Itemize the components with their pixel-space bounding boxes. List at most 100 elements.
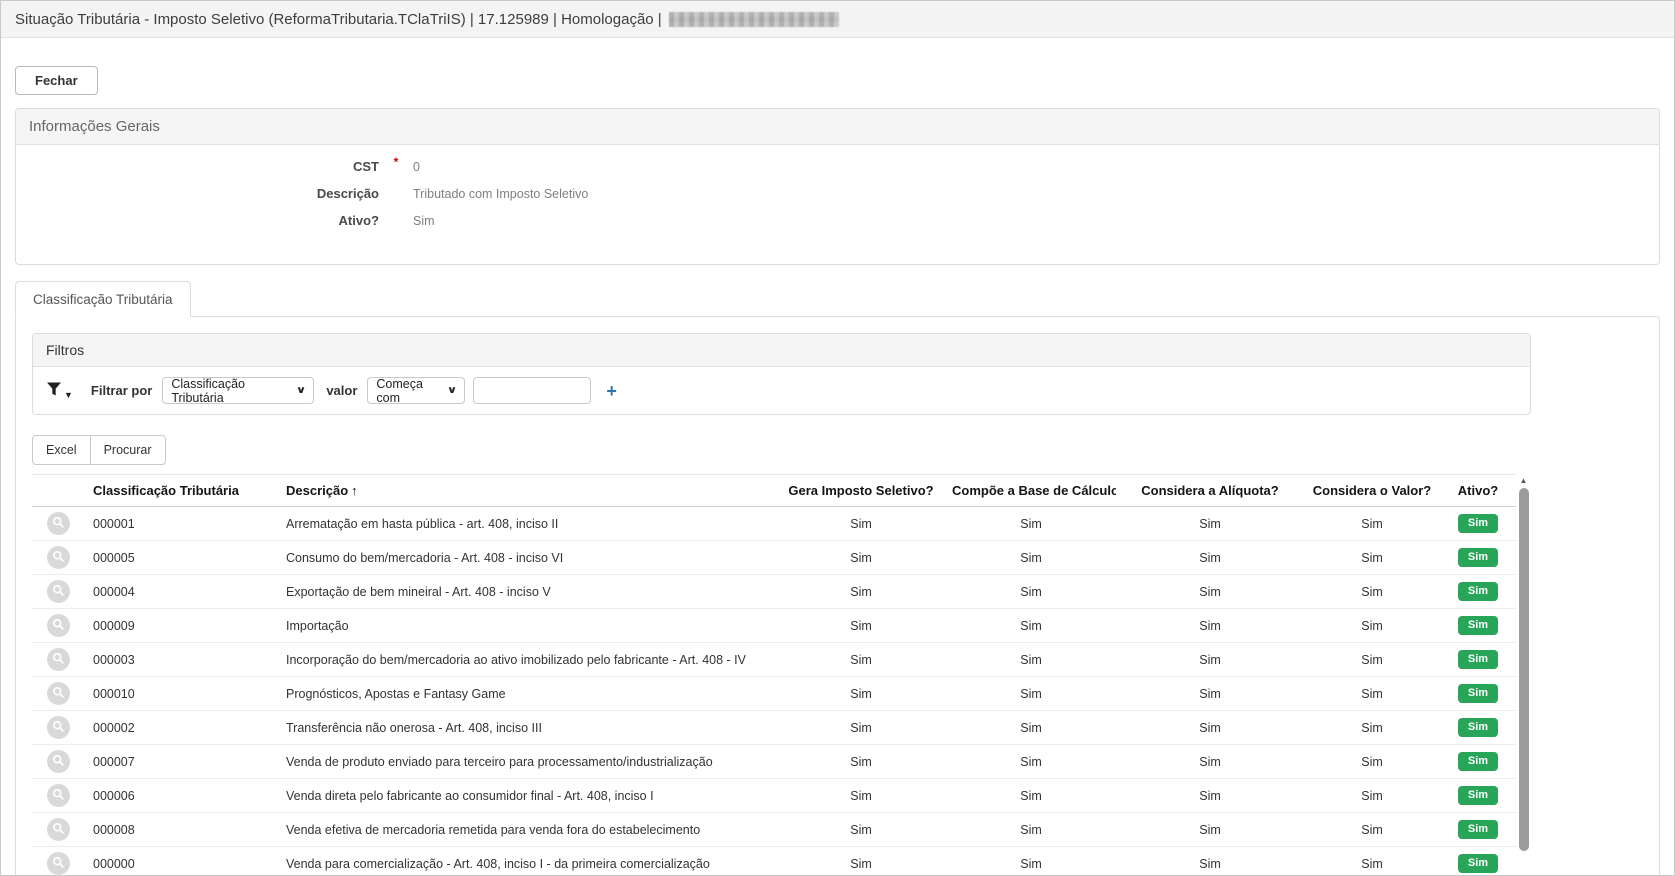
results-grid: Classificação Tributária Descrição↑ Gera…: [32, 474, 1531, 876]
table-row: 000000Venda para comercialização - Art. …: [32, 847, 1516, 876]
row-description: Incorporação do bem/mercadoria ao ativo …: [280, 643, 776, 677]
column-header-gera-imposto[interactable]: Gera Imposto Seletivo?: [776, 475, 946, 507]
active-status-badge: Sim: [1458, 752, 1498, 771]
row-description: Arrematação em hasta pública - art. 408,…: [280, 507, 776, 541]
row-description: Venda direta pelo fabricante ao consumid…: [280, 779, 776, 813]
row-compoe-base: Sim: [946, 643, 1116, 677]
row-details-magnifier-button[interactable]: [47, 784, 70, 807]
cst-label: CST: [16, 159, 379, 174]
row-compoe-base: Sim: [946, 779, 1116, 813]
row-considera-aliquota: Sim: [1116, 813, 1304, 847]
row-code: 000008: [87, 813, 280, 847]
row-details-magnifier-button[interactable]: [47, 716, 70, 739]
row-details-magnifier-button[interactable]: [47, 546, 70, 569]
row-gera-imposto: Sim: [776, 609, 946, 643]
table-row: 000002Transferência não onerosa - Art. 4…: [32, 711, 1516, 745]
active-status-badge: Sim: [1458, 650, 1498, 669]
magnifier-icon: [52, 856, 65, 872]
row-details-magnifier-button[interactable]: [47, 580, 70, 603]
row-considera-aliquota: Sim: [1116, 847, 1304, 876]
row-considera-aliquota: Sim: [1116, 609, 1304, 643]
vertical-scrollbar[interactable]: ▲ ▼: [1516, 476, 1531, 876]
row-code: 000010: [87, 677, 280, 711]
row-compoe-base: Sim: [946, 711, 1116, 745]
active-status-badge: Sim: [1458, 582, 1498, 601]
magnifier-icon: [52, 652, 65, 668]
row-considera-aliquota: Sim: [1116, 779, 1304, 813]
row-considera-valor: Sim: [1304, 677, 1440, 711]
row-compoe-base: Sim: [946, 575, 1116, 609]
magnifier-icon: [52, 686, 65, 702]
filters-header: Filtros: [33, 334, 1530, 367]
row-description: Venda para comercialização - Art. 408, i…: [280, 847, 776, 876]
row-details-magnifier-button[interactable]: [47, 852, 70, 875]
redacted-text: [669, 12, 839, 27]
row-details-magnifier-button[interactable]: [47, 750, 70, 773]
magnifier-icon: [52, 788, 65, 804]
funnel-caret-icon: ▼: [64, 391, 73, 400]
row-compoe-base: Sim: [946, 507, 1116, 541]
general-info-header: Informações Gerais: [16, 109, 1659, 145]
row-details-magnifier-button[interactable]: [47, 682, 70, 705]
row-description: Importação: [280, 609, 776, 643]
title-bar: Situação Tributária - Imposto Seletivo (…: [1, 1, 1674, 38]
value-label: valor: [326, 383, 357, 398]
row-considera-valor: Sim: [1304, 711, 1440, 745]
row-considera-aliquota: Sim: [1116, 745, 1304, 779]
row-considera-aliquota: Sim: [1116, 711, 1304, 745]
filter-value-input[interactable]: [473, 377, 591, 404]
table-row: 000006Venda direta pelo fabricante ao co…: [32, 779, 1516, 813]
table-row: 000010Prognósticos, Apostas e Fantasy Ga…: [32, 677, 1516, 711]
row-compoe-base: Sim: [946, 609, 1116, 643]
table-row: 000007Venda de produto enviado para terc…: [32, 745, 1516, 779]
column-header-descricao[interactable]: Descrição↑: [280, 475, 776, 507]
row-description: Prognósticos, Apostas e Fantasy Game: [280, 677, 776, 711]
row-details-magnifier-button[interactable]: [47, 818, 70, 841]
filter-funnel-button[interactable]: ▼: [46, 381, 73, 400]
grid-actions: Excel Procurar: [32, 435, 166, 465]
row-code: 000001: [87, 507, 280, 541]
row-gera-imposto: Sim: [776, 541, 946, 575]
row-code: 000000: [87, 847, 280, 876]
search-button[interactable]: Procurar: [90, 435, 166, 465]
tab-classificacao-tributaria[interactable]: Classificação Tributária: [15, 281, 191, 317]
row-description: Consumo do bem/mercadoria - Art. 408 - i…: [280, 541, 776, 575]
row-code: 000007: [87, 745, 280, 779]
main-content: Fechar Informações Gerais CST * 0 Descri…: [1, 38, 1674, 876]
add-filter-button[interactable]: +: [600, 381, 623, 401]
row-details-magnifier-button[interactable]: [47, 614, 70, 637]
table-row: 000004Exportação de bem mineiral - Art. …: [32, 575, 1516, 609]
table-row: 000001Arrematação em hasta pública - art…: [32, 507, 1516, 541]
row-code: 000004: [87, 575, 280, 609]
row-code: 000009: [87, 609, 280, 643]
chevron-down-icon: ∨: [447, 385, 458, 396]
row-gera-imposto: Sim: [776, 575, 946, 609]
column-header-classificacao[interactable]: Classificação Tributária: [87, 475, 280, 507]
tab-bar: Classificação Tributária: [15, 281, 1660, 316]
funnel-icon: [46, 381, 62, 400]
row-code: 000005: [87, 541, 280, 575]
row-considera-valor: Sim: [1304, 813, 1440, 847]
column-header-considera-valor[interactable]: Considera o Valor?: [1304, 475, 1440, 507]
column-header-considera-aliquota[interactable]: Considera a Alíquota?: [1116, 475, 1304, 507]
magnifier-icon: [52, 550, 65, 566]
row-details-magnifier-button[interactable]: [47, 512, 70, 535]
column-header-ativo[interactable]: Ativo?: [1440, 475, 1516, 507]
filter-by-label: Filtrar por: [91, 383, 152, 398]
row-details-magnifier-button[interactable]: [47, 648, 70, 671]
active-row: Ativo? Sim: [16, 213, 1659, 240]
filter-operator-value: Começa com: [376, 377, 440, 405]
filter-operator-select[interactable]: Começa com ∨: [367, 377, 465, 404]
excel-button[interactable]: Excel: [32, 435, 91, 465]
description-row: Descrição Tributado com Imposto Seletivo: [16, 186, 1659, 213]
row-description: Venda de produto enviado para terceiro p…: [280, 745, 776, 779]
column-header-compoe-base[interactable]: Compõe a Base de Cálculo: [946, 475, 1116, 507]
filter-field-select[interactable]: Classificação Tributária ∨: [162, 377, 314, 404]
row-considera-valor: Sim: [1304, 643, 1440, 677]
scroll-up-icon[interactable]: ▲: [1520, 476, 1528, 486]
app-window: Situação Tributária - Imposto Seletivo (…: [0, 0, 1675, 876]
close-button[interactable]: Fechar: [15, 66, 98, 95]
filter-field-value: Classificação Tributária: [171, 377, 289, 405]
vertical-scrollbar-thumb[interactable]: [1519, 488, 1529, 851]
row-considera-aliquota: Sim: [1116, 677, 1304, 711]
